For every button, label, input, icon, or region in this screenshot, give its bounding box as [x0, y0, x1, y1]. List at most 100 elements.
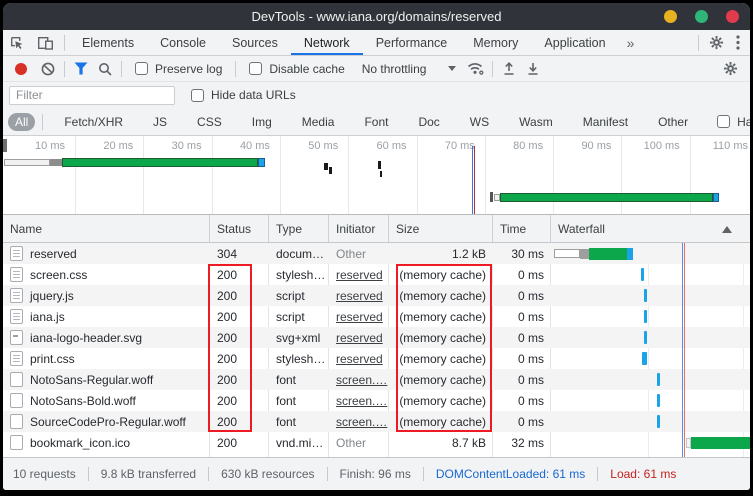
file-icon	[10, 414, 23, 429]
overview-gridline	[417, 136, 418, 214]
request-waterfall-cell	[550, 327, 750, 348]
initiator-link[interactable]: reserved	[336, 331, 383, 345]
filter-pill-font[interactable]: Font	[357, 113, 395, 131]
requests-table-body: reserved304docum…Other1.2 kB30 ms screen.…	[3, 243, 750, 457]
overview-request-bar	[4, 159, 50, 166]
tab-performance[interactable]: Performance	[363, 30, 461, 55]
throttling-dropdown[interactable]: No throttling	[362, 62, 457, 76]
column-header-initiator[interactable]: Initiator	[328, 215, 388, 242]
initiator-link[interactable]: reserved	[336, 268, 383, 282]
request-initiator-cell: screen.…	[328, 369, 388, 390]
filter-pill-ws[interactable]: WS	[463, 113, 496, 131]
export-har-icon[interactable]	[521, 58, 545, 80]
filter-pill-media[interactable]: Media	[295, 113, 342, 131]
request-waterfall-cell	[550, 369, 750, 390]
filter-input[interactable]	[9, 86, 175, 105]
request-name-cell: jquery.js	[3, 285, 209, 306]
close-button[interactable]	[726, 10, 739, 23]
tab-memory[interactable]: Memory	[460, 30, 531, 55]
filter-pill-manifest[interactable]: Manifest	[576, 113, 635, 131]
overview-request-bar	[380, 171, 382, 177]
table-row[interactable]: print.css200stylesh…reserved(memory cach…	[3, 348, 750, 369]
request-size-cell: 1.2 kB	[388, 243, 492, 264]
initiator-link[interactable]: screen.…	[336, 373, 387, 387]
maximize-button[interactable]	[695, 10, 708, 23]
network-conditions-icon[interactable]	[464, 58, 488, 80]
table-row[interactable]: NotoSans-Regular.woff200fontscreen.…(mem…	[3, 369, 750, 390]
network-settings-gear-icon[interactable]	[718, 58, 742, 80]
table-row[interactable]: reserved304docum…Other1.2 kB30 ms	[3, 243, 750, 264]
inspect-element-icon[interactable]	[3, 30, 31, 55]
sort-ascending-icon[interactable]	[722, 226, 732, 233]
filter-pill-fetch-xhr[interactable]: Fetch/XHR	[57, 113, 130, 131]
summary-domcontentloaded: DOMContentLoaded: 61 ms	[423, 467, 597, 481]
overview-tick-label: 80 ms	[513, 140, 543, 152]
annotation-highlight-box	[396, 264, 492, 432]
request-time-cell: 32 ms	[492, 432, 550, 453]
request-name: print.css	[30, 352, 75, 366]
request-initiator-cell: reserved	[328, 327, 388, 348]
request-name: NotoSans-Regular.woff	[30, 373, 153, 387]
initiator-link[interactable]: screen.…	[336, 394, 387, 408]
summary-item: 10 requests	[13, 467, 88, 481]
preserve-log-checkbox[interactable]	[135, 62, 148, 75]
column-header-status[interactable]: Status	[209, 215, 268, 242]
overview-request-bar	[50, 159, 62, 166]
import-har-icon[interactable]	[497, 58, 521, 80]
more-tabs-chevron[interactable]: »	[619, 30, 643, 55]
device-toolbar-icon[interactable]	[31, 30, 60, 55]
filter-pill-all[interactable]: All	[8, 113, 35, 131]
filter-pill-js[interactable]: JS	[146, 113, 174, 131]
tab-console[interactable]: Console	[147, 30, 219, 55]
column-header-name[interactable]: Name	[3, 215, 209, 242]
network-overview-timeline[interactable]: 10 ms20 ms30 ms40 ms50 ms60 ms70 ms80 ms…	[3, 136, 750, 215]
tab-network[interactable]: Network	[291, 30, 363, 55]
initiator-link[interactable]: reserved	[336, 352, 383, 366]
initiator-link[interactable]: screen.…	[336, 415, 387, 429]
filter-pill-css[interactable]: CSS	[190, 113, 229, 131]
filter-pill-wasm[interactable]: Wasm	[512, 113, 560, 131]
column-header-time[interactable]: Time	[492, 215, 550, 242]
request-time-cell: 0 ms	[492, 264, 550, 285]
waterfall-cache-tick	[641, 268, 644, 281]
initiator-link[interactable]: reserved	[336, 310, 383, 324]
has-blocked-cookies-checkbox[interactable]	[717, 115, 730, 128]
has-blocked-cookies-group: Has blocked cookies	[717, 115, 750, 129]
kebab-menu-icon[interactable]	[730, 30, 750, 55]
disable-cache-checkbox[interactable]	[249, 62, 262, 75]
filter-pill-img[interactable]: Img	[245, 113, 279, 131]
minimize-button[interactable]	[664, 10, 677, 23]
clear-icon[interactable]	[36, 58, 60, 80]
record-icon[interactable]	[15, 63, 27, 75]
request-type-cell: stylesh…	[268, 264, 328, 285]
filter-pill-other[interactable]: Other	[651, 113, 695, 131]
initiator-link[interactable]: reserved	[336, 289, 383, 303]
tab-elements[interactable]: Elements	[69, 30, 147, 55]
table-row[interactable]: SourceCodePro-Regular.woff200fontscreen.…	[3, 411, 750, 432]
request-name-cell: NotoSans-Bold.woff	[3, 390, 209, 411]
table-row[interactable]: jquery.js200scriptreserved(memory cache)…	[3, 285, 750, 306]
table-row[interactable]: iana.js200scriptreserved(memory cache)0 …	[3, 306, 750, 327]
tab-sources[interactable]: Sources	[219, 30, 291, 55]
settings-gear-icon[interactable]	[703, 30, 730, 55]
column-header-size[interactable]: Size	[388, 215, 492, 242]
filter-funnel-icon[interactable]	[69, 58, 93, 80]
table-row[interactable]: bookmark_icon.ico200vnd.mi…Other8.7 kB32…	[3, 432, 750, 453]
table-row[interactable]: screen.css200stylesh…reserved(memory cac…	[3, 264, 750, 285]
hide-data-urls-checkbox[interactable]	[191, 89, 204, 102]
summary-load: Load: 61 ms	[597, 467, 688, 481]
request-type-cell: stylesh…	[268, 348, 328, 369]
column-header-waterfall[interactable]: Waterfall	[550, 215, 750, 242]
overview-request-bar	[258, 158, 265, 167]
table-row[interactable]: NotoSans-Bold.woff200fontscreen.…(memory…	[3, 390, 750, 411]
tab-application[interactable]: Application	[531, 30, 618, 55]
search-icon[interactable]	[93, 58, 117, 80]
request-time-cell: 0 ms	[492, 411, 550, 432]
summary-item: 630 kB resources	[208, 467, 326, 481]
column-header-type[interactable]: Type	[268, 215, 328, 242]
overview-tick-label: 110 ms	[713, 140, 748, 152]
filter-pill-doc[interactable]: Doc	[411, 113, 446, 131]
document-icon	[10, 309, 23, 324]
table-row[interactable]: iana-logo-header.svg200svg+xmlreserved(m…	[3, 327, 750, 348]
request-status-cell: 200	[209, 432, 268, 453]
